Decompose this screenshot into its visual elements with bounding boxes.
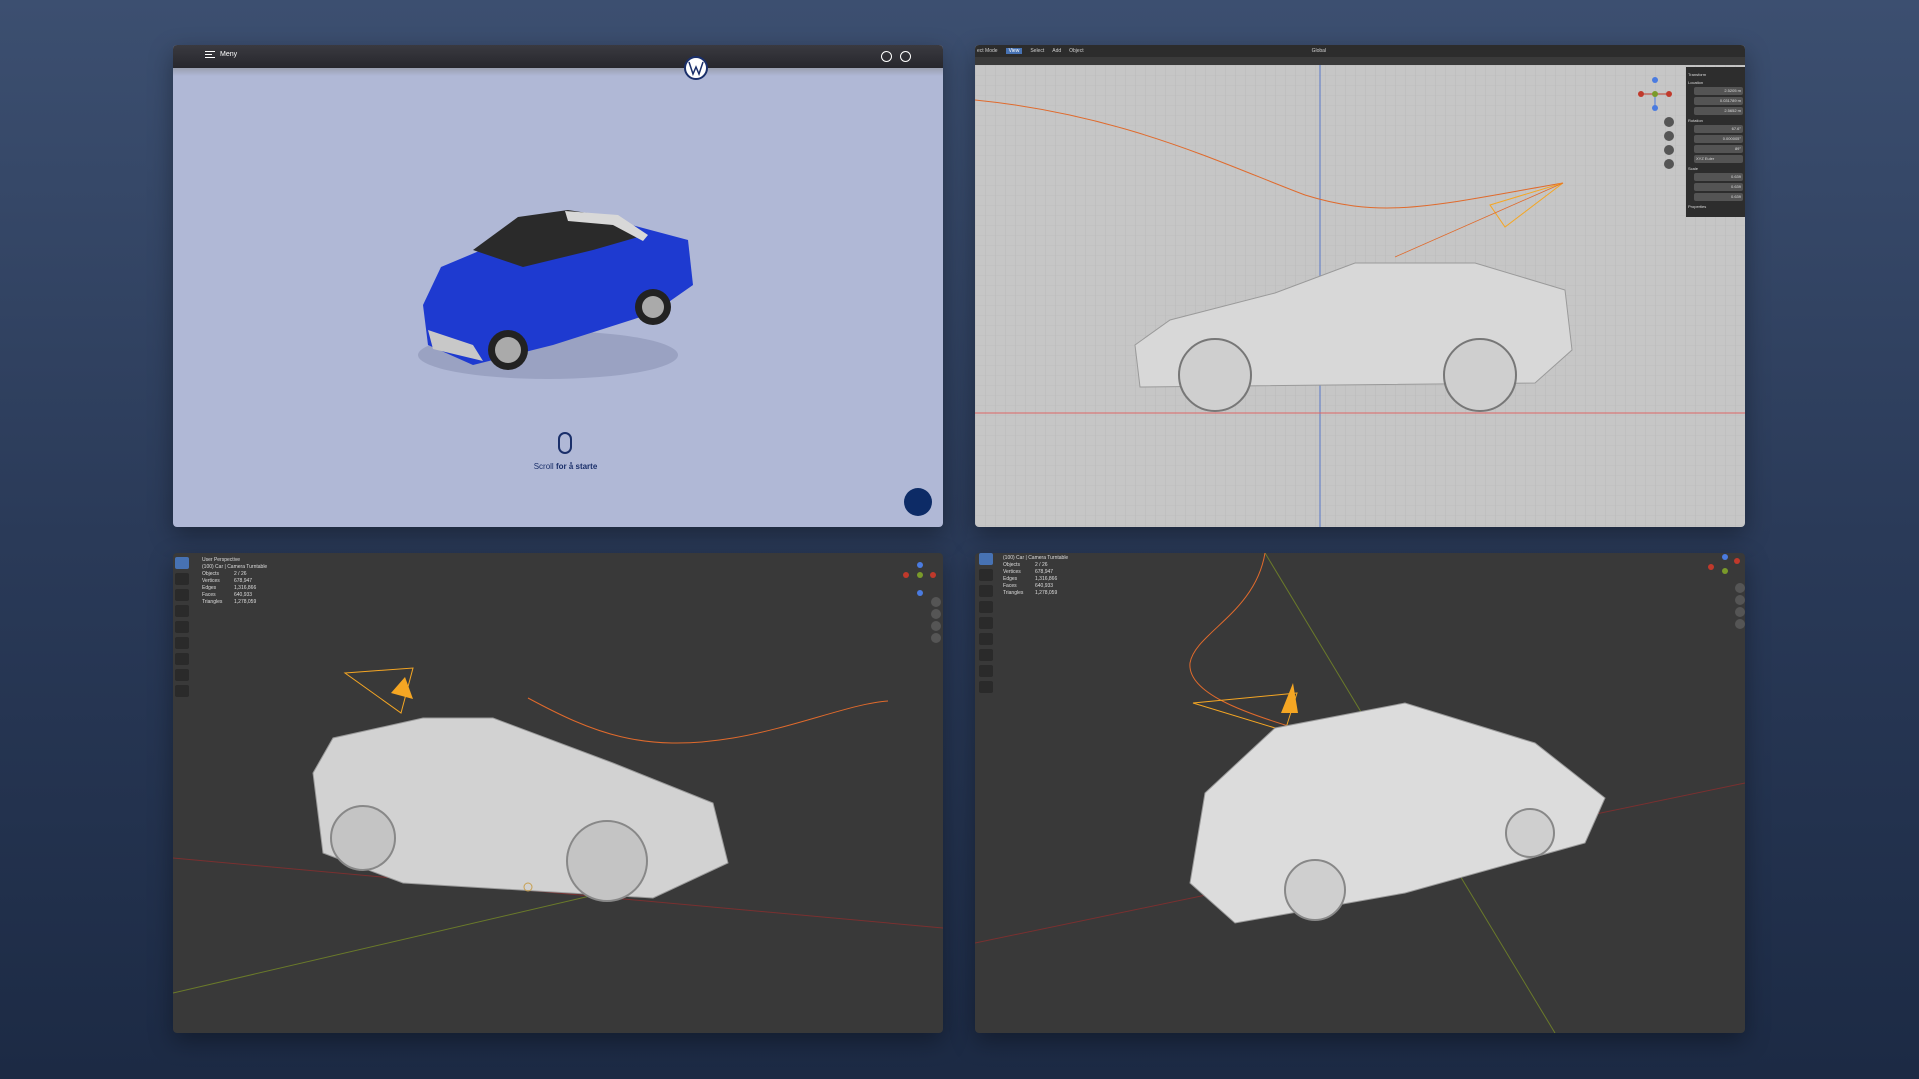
stat-value: 1,316,866 bbox=[234, 585, 257, 591]
move-tool[interactable] bbox=[175, 589, 189, 601]
camera-view-icon[interactable] bbox=[1735, 607, 1745, 617]
stat-value: 678,947 bbox=[1035, 569, 1054, 575]
zoom-icon[interactable] bbox=[1735, 583, 1745, 593]
stat-value: 678,947 bbox=[234, 578, 253, 584]
stat-key: Faces bbox=[1003, 583, 1017, 589]
blender-perspective-view: User Perspective (100) Car | Camera Turn… bbox=[173, 553, 943, 1033]
stat-value: 1,316,866 bbox=[1035, 576, 1058, 582]
viewport-perspective[interactable] bbox=[173, 553, 943, 1033]
hand-pan-icon[interactable] bbox=[1735, 595, 1745, 605]
toolbar bbox=[979, 553, 995, 693]
select-tool[interactable] bbox=[979, 553, 993, 565]
add-cube-tool[interactable] bbox=[979, 681, 993, 693]
stat-key: Faces bbox=[202, 592, 216, 598]
collection-label: (100) Car | Camera Turntable bbox=[202, 564, 268, 570]
stat-value: 1,278,059 bbox=[234, 599, 257, 605]
vw-logo-mark bbox=[684, 56, 708, 80]
move-tool[interactable] bbox=[979, 585, 993, 597]
toolbar bbox=[175, 557, 191, 697]
grid-toggle-icon[interactable] bbox=[931, 633, 941, 643]
stat-key: Vertices bbox=[202, 578, 220, 584]
view-label: User Perspective bbox=[202, 557, 241, 563]
collection-label: (100) Car | Camera Turntable bbox=[1003, 555, 1069, 561]
mouse-scroll-icon bbox=[558, 432, 572, 454]
transform-title: Transform bbox=[1688, 72, 1707, 77]
vw-website-preview: Meny Scroll for å starte bbox=[173, 45, 943, 527]
viewport-stats: (100) Car | Camera Turntable Objects 2 / … bbox=[1003, 555, 1068, 597]
annotate-tool[interactable] bbox=[175, 653, 189, 665]
location-x-field[interactable]: 2.5205 m bbox=[1694, 87, 1743, 95]
measure-tool[interactable] bbox=[979, 665, 993, 677]
location-label: Location bbox=[1688, 80, 1704, 85]
stat-row: Vertices 678,947 bbox=[202, 578, 267, 585]
car-render bbox=[418, 56, 708, 379]
grid-toggle-icon[interactable] bbox=[1735, 619, 1745, 629]
transform-n-panel: Transform Location 2.5205 m 0.031789 m 2… bbox=[1686, 67, 1745, 217]
transform-tool[interactable] bbox=[175, 637, 189, 649]
scale-x-field[interactable]: 0.639 bbox=[1694, 173, 1743, 181]
viewport-side[interactable] bbox=[975, 45, 1745, 527]
scale-tool[interactable] bbox=[175, 621, 189, 633]
measure-tool[interactable] bbox=[175, 669, 189, 681]
blender-side-view: ect Mode View Select Add Object Global T… bbox=[975, 45, 1745, 527]
stat-value: 1,278,059 bbox=[1035, 590, 1058, 596]
stat-key: Triangles bbox=[1003, 590, 1024, 596]
scale-y-field[interactable]: 0.639 bbox=[1694, 183, 1743, 191]
location-z-field[interactable]: 2.5652 m bbox=[1694, 107, 1743, 115]
scale-tool[interactable] bbox=[979, 617, 993, 629]
scale-label: Scale bbox=[1688, 166, 1699, 171]
transform-tool[interactable] bbox=[979, 633, 993, 645]
stat-key: Objects bbox=[1003, 562, 1020, 568]
annotate-tool[interactable] bbox=[979, 649, 993, 661]
viewport-stats: User Perspective (100) Car | Camera Turn… bbox=[202, 557, 267, 606]
cursor-tool[interactable] bbox=[175, 573, 189, 585]
stat-row: Triangles 1,278,059 bbox=[202, 599, 267, 606]
scroll-hint: Scroll for å starte bbox=[503, 462, 628, 471]
scroll-hint-suffix: for å starte bbox=[555, 462, 598, 471]
hand-pan-icon[interactable] bbox=[1664, 131, 1674, 141]
axis-gizmo bbox=[1708, 554, 1740, 574]
cursor-tool[interactable] bbox=[979, 569, 993, 581]
rotation-label: Rotation bbox=[1688, 118, 1703, 123]
rotate-tool[interactable] bbox=[979, 601, 993, 613]
stat-row: Faces 640,933 bbox=[1003, 583, 1068, 590]
scale-z-field[interactable]: 0.639 bbox=[1694, 193, 1743, 201]
stat-row: Vertices 678,947 bbox=[1003, 569, 1068, 576]
blender-camera-path-view: (100) Car | Camera Turntable Objects 2 / … bbox=[975, 553, 1745, 1033]
stat-row: Edges 1,316,866 bbox=[202, 585, 267, 592]
stat-key: Objects bbox=[202, 571, 219, 577]
stat-key: Edges bbox=[1003, 576, 1018, 582]
select-tool[interactable] bbox=[175, 557, 189, 569]
stat-key: Triangles bbox=[202, 599, 223, 605]
rotate-tool[interactable] bbox=[175, 605, 189, 617]
camera-view-icon[interactable] bbox=[1664, 145, 1674, 155]
axis-gizmo bbox=[903, 562, 936, 596]
stat-value: 2 / 26 bbox=[234, 571, 247, 577]
zoom-icon[interactable] bbox=[1664, 117, 1674, 127]
stat-key: Vertices bbox=[1003, 569, 1021, 575]
viewport-camera-path[interactable] bbox=[975, 553, 1745, 1033]
location-y-field[interactable]: 0.031789 m bbox=[1694, 97, 1743, 105]
add-cube-tool[interactable] bbox=[175, 685, 189, 697]
rotation-mode-select[interactable]: XYZ Euler bbox=[1694, 155, 1743, 163]
properties-label[interactable]: Properties bbox=[1688, 204, 1743, 209]
scroll-hint-prefix: Scroll bbox=[533, 462, 554, 471]
rotation-y-field[interactable]: 0.000005° bbox=[1694, 135, 1743, 143]
hand-pan-icon[interactable] bbox=[931, 609, 941, 619]
stat-row: Triangles 1,278,059 bbox=[1003, 590, 1068, 597]
stat-value: 640,933 bbox=[234, 592, 253, 598]
camera-view-icon[interactable] bbox=[931, 621, 941, 631]
stat-row: Objects 2 / 26 bbox=[1003, 562, 1068, 569]
rotation-z-field[interactable]: 89° bbox=[1694, 145, 1743, 153]
grid-toggle-icon[interactable] bbox=[1664, 159, 1674, 169]
stat-value: 640,933 bbox=[1035, 583, 1054, 589]
stat-value: 2 / 26 bbox=[1035, 562, 1048, 568]
stat-row: Faces 640,933 bbox=[202, 592, 267, 599]
zoom-icon[interactable] bbox=[931, 597, 941, 607]
stat-key: Edges bbox=[202, 585, 217, 591]
stat-row: Objects 2 / 26 bbox=[202, 571, 267, 578]
chat-button[interactable] bbox=[904, 488, 932, 516]
rotation-x-field[interactable]: 67.6° bbox=[1694, 125, 1743, 133]
stat-row: Edges 1,316,866 bbox=[1003, 576, 1068, 583]
